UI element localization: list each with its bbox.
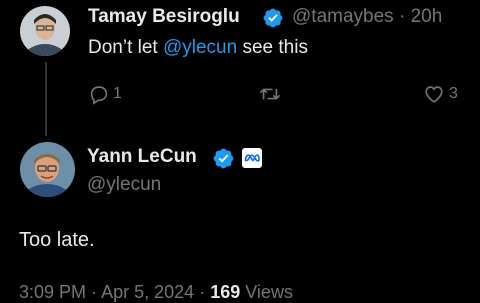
retweet-icon — [260, 88, 280, 100]
reply-tweet-text: Don’t let @ylecun see this — [88, 37, 308, 59]
reply-icon — [90, 86, 108, 105]
main-author-name[interactable]: Yann LeCun — [87, 146, 197, 168]
views-count: 169 — [210, 282, 241, 302]
mention-link[interactable]: @ylecun — [163, 37, 237, 58]
like-count: 3 — [449, 85, 458, 102]
main-tweet-text: Too late. — [19, 229, 95, 251]
avatar-yann[interactable] — [20, 142, 75, 197]
reply-author-handle[interactable]: @tamaybes · 20h — [292, 6, 442, 28]
reply-text-part: see this — [237, 37, 308, 58]
tweet-time[interactable]: 3:09 PM — [19, 282, 86, 302]
retweet-button[interactable] — [258, 83, 282, 105]
separator-dot: · — [91, 282, 98, 302]
reply-button[interactable]: 1 — [88, 83, 122, 105]
main-author-handle[interactable]: @ylecun — [87, 174, 161, 196]
like-button[interactable]: 3 — [423, 83, 458, 105]
views-label: Views — [245, 282, 293, 302]
avatar-tamay[interactable] — [20, 6, 70, 56]
like-icon — [425, 86, 443, 103]
verified-badge-icon — [213, 148, 234, 169]
separator-dot: · — [398, 6, 406, 27]
reply-text-part: Don’t let — [88, 37, 163, 58]
verified-badge-icon — [263, 8, 283, 28]
handle-text[interactable]: @tamaybes — [292, 6, 394, 27]
tweet-date[interactable]: Apr 5, 2024 — [101, 282, 194, 302]
separator-dot: · — [199, 282, 206, 302]
reply-timestamp[interactable]: 20h — [411, 6, 443, 27]
meta-affiliation-icon[interactable] — [242, 148, 262, 168]
reply-author-name[interactable]: Tamay Besiroglu — [88, 6, 240, 28]
reply-count: 1 — [113, 85, 122, 102]
thread-connector-line — [45, 62, 47, 136]
